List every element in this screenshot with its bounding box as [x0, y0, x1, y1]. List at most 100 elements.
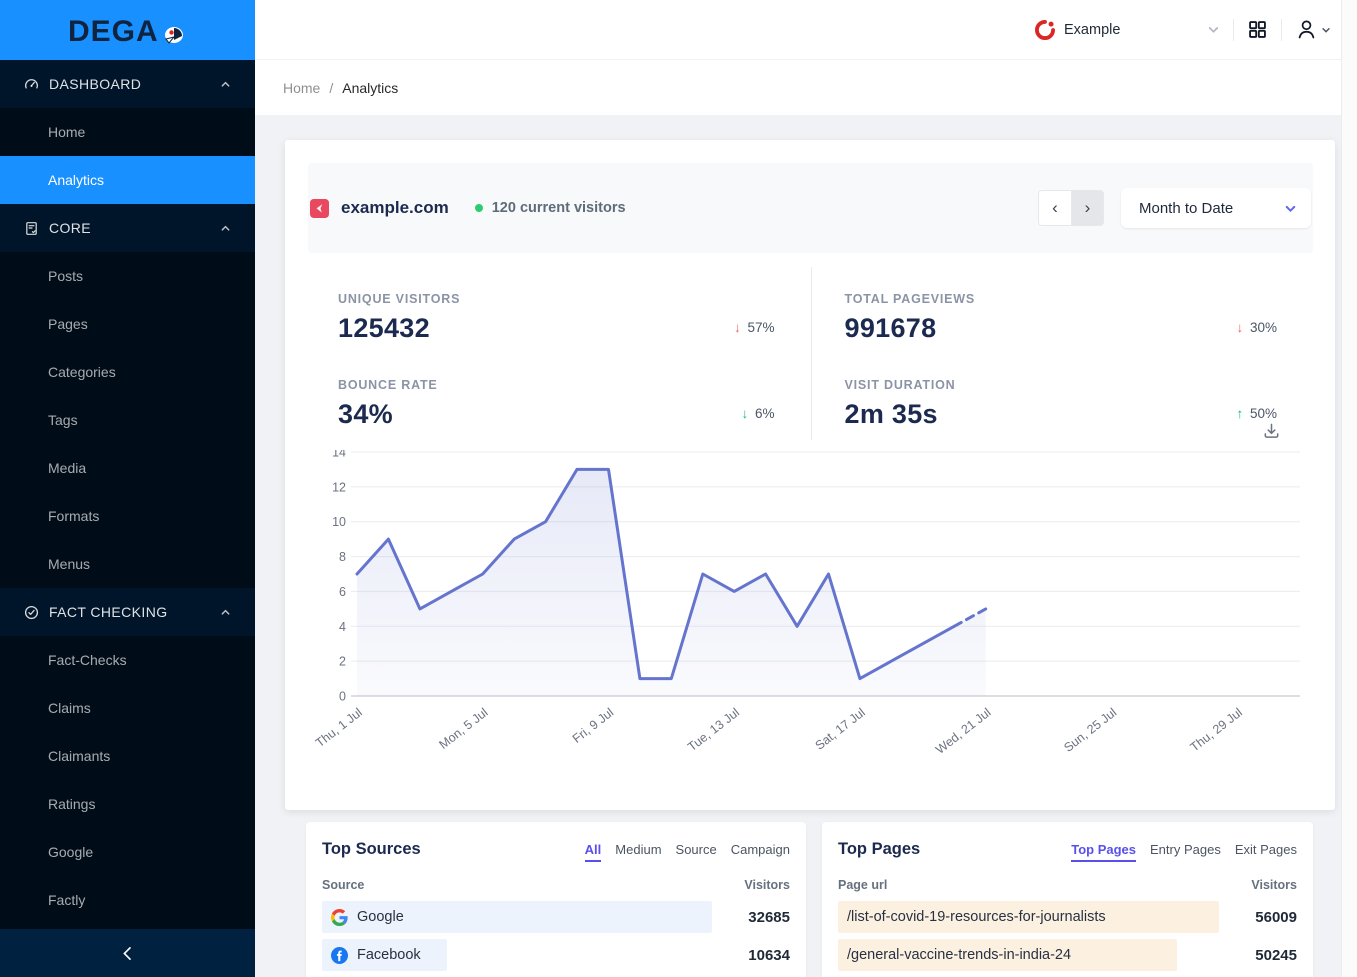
sidebar-item-google[interactable]: Google [0, 828, 255, 876]
sidebar-item-categories[interactable]: Categories [0, 348, 255, 396]
dega-logo-icon: DEGA [62, 9, 194, 51]
sources-tab-medium[interactable]: Medium [615, 842, 661, 862]
sources-tabs: All Medium Source Campaign [585, 842, 790, 862]
check-circle-icon [24, 605, 39, 620]
main-area: Example Home / Analytics [255, 0, 1357, 977]
stat-label: BOUNCE RATE [338, 378, 438, 392]
workspace-label: Example [1064, 22, 1199, 38]
sidebar-item-claims[interactable]: Claims [0, 684, 255, 732]
stat-value: 125432 [338, 313, 460, 344]
stat-change: ↑ 50% [1236, 406, 1277, 421]
svg-text:Thu, 1 Jul: Thu, 1 Jul [313, 705, 365, 750]
pages-tab-top-pages[interactable]: Top Pages [1071, 842, 1136, 862]
download-icon[interactable] [1262, 421, 1281, 440]
sidebar-section-label: FACT CHECKING [49, 604, 220, 620]
sources-tab-campaign[interactable]: Campaign [731, 842, 790, 862]
panel-title: Top Sources [322, 840, 421, 859]
sidebar-section-label: DASHBOARD [49, 76, 220, 92]
chevron-down-icon [1207, 23, 1220, 36]
stat-unique-visitors: UNIQUE VISITORS125432↓ 57% [308, 274, 811, 350]
sidebar-item-factly[interactable]: Factly [0, 876, 255, 924]
sidebar-menu: DASHBOARD HomeAnalyticsCOREPostsPagesCate… [0, 60, 255, 929]
period-select[interactable]: Month to Date [1121, 188, 1311, 228]
visitors-chart[interactable]: 02468101214Thu, 1 JulMon, 5 JulFri, 9 Ju… [308, 450, 1313, 787]
table-row[interactable]: Google 32685 [322, 901, 790, 933]
live-dot-icon [475, 204, 483, 212]
stat-change: ↓ 57% [734, 320, 775, 335]
sidebar-item-media[interactable]: Media [0, 444, 255, 492]
sidebar-item-pages[interactable]: Pages [0, 300, 255, 348]
sources-tab-all[interactable]: All [585, 842, 602, 862]
svg-text:12: 12 [332, 480, 346, 494]
row-visitors: 32685 [712, 909, 790, 926]
pages-tabs: Top Pages Entry Pages Exit Pages [1071, 842, 1297, 862]
analytics-card: example.com 120 current visitors ‹ › Mon… [285, 140, 1335, 810]
prev-period-button[interactable]: ‹ [1038, 190, 1071, 226]
app-logo[interactable]: DEGA [0, 0, 255, 60]
sidebar-item-tags[interactable]: Tags [0, 396, 255, 444]
sidebar: DEGA DASHBOARD HomeAnalyticsCOREPostsPage… [0, 0, 255, 977]
sidebar-collapse-trigger[interactable] [0, 929, 255, 977]
chevron-up-icon [220, 223, 231, 234]
svg-text:6: 6 [339, 585, 346, 599]
stat-value: 991678 [845, 313, 976, 344]
sidebar-item-home[interactable]: Home [0, 108, 255, 156]
table-row[interactable]: /list-of-covid-19-resources-for-journali… [838, 901, 1297, 933]
table-row[interactable]: Facebook10634 [322, 939, 790, 971]
svg-text:Fri, 9 Jul: Fri, 9 Jul [570, 705, 616, 746]
chevron-left-icon [120, 946, 135, 961]
stat-label: VISIT DURATION [845, 378, 956, 392]
breadcrumb-current: Analytics [342, 80, 398, 96]
apps-grid-icon[interactable] [1247, 19, 1268, 40]
sidebar-item-ratings[interactable]: Ratings [0, 780, 255, 828]
stat-total-pageviews: TOTAL PAGEVIEWS 991678 ↓ 30% [811, 274, 1314, 350]
chevron-up-icon [220, 79, 231, 90]
stat-text: VISIT DURATION2m 35s [845, 378, 956, 430]
panel-title: Top Pages [838, 840, 920, 859]
stat-label: TOTAL PAGEVIEWS [845, 292, 976, 306]
gauge-icon [24, 77, 39, 92]
sidebar-item-formats[interactable]: Formats [0, 492, 255, 540]
stat-change: ↓ 30% [1236, 320, 1277, 335]
sidebar-item-menus[interactable]: Menus [0, 540, 255, 588]
row-label-area: Facebook [322, 939, 712, 971]
sidebar-section-dashboard[interactable]: DASHBOARD [0, 60, 255, 108]
sidebar-item-posts[interactable]: Posts [0, 252, 255, 300]
pages-tab-exit-pages[interactable]: Exit Pages [1235, 842, 1297, 862]
user-menu[interactable] [1295, 18, 1331, 41]
sidebar-item-fact-checks[interactable]: Fact-Checks [0, 636, 255, 684]
svg-text:2: 2 [339, 655, 346, 669]
workspace-select[interactable]: Example [1034, 11, 1220, 49]
table-row[interactable]: /general-vaccine-trends-in-india-2450245 [838, 939, 1297, 971]
app-root: DEGA DASHBOARDHomeAnalyticsCOREPostsPage… [0, 0, 1357, 977]
row-label: Google [357, 909, 404, 925]
breakdown-row: Top Sources All Medium Source Campaign Sour… [306, 822, 1313, 977]
arrow-up-icon: ↑ [1236, 406, 1243, 421]
facebook-icon [331, 947, 348, 964]
stat-change-value: 6% [751, 406, 774, 421]
sidebar-section-core[interactable]: CORE [0, 204, 255, 252]
row-label-area: Google [322, 901, 712, 933]
arrow-down-icon: ↓ [734, 320, 741, 335]
svg-text:0: 0 [339, 690, 346, 704]
breadcrumb: Home / Analytics [255, 60, 1357, 115]
row-label-area: /general-vaccine-trends-in-india-24 [838, 939, 1219, 971]
pages-tab-entry-pages[interactable]: Entry Pages [1150, 842, 1221, 862]
next-period-button[interactable]: › [1071, 190, 1104, 226]
stat-change: ↓ 6% [741, 406, 774, 421]
sidebar-item-analytics[interactable]: Analytics [0, 156, 255, 204]
row-visitors: 10634 [712, 947, 790, 964]
page-scrollbar[interactable] [1341, 0, 1357, 977]
breadcrumb-home[interactable]: Home [283, 80, 320, 96]
pages-list: /list-of-covid-19-resources-for-journali… [838, 901, 1297, 977]
chevron-down-icon [1284, 202, 1297, 215]
sidebar-section-fact-checking[interactable]: FACT CHECKING [0, 588, 255, 636]
svg-text:8: 8 [339, 550, 346, 564]
svg-text:Sat, 17 Jul: Sat, 17 Jul [813, 705, 868, 752]
divider [1233, 19, 1234, 41]
sidebar-item-claimants[interactable]: Claimants [0, 732, 255, 780]
sources-tab-source[interactable]: Source [676, 842, 717, 862]
stats-grid: UNIQUE VISITORS125432↓ 57%TOTAL PAGEVIEW… [308, 253, 1313, 450]
site-favicon-icon [310, 199, 329, 218]
user-icon [1295, 18, 1318, 41]
